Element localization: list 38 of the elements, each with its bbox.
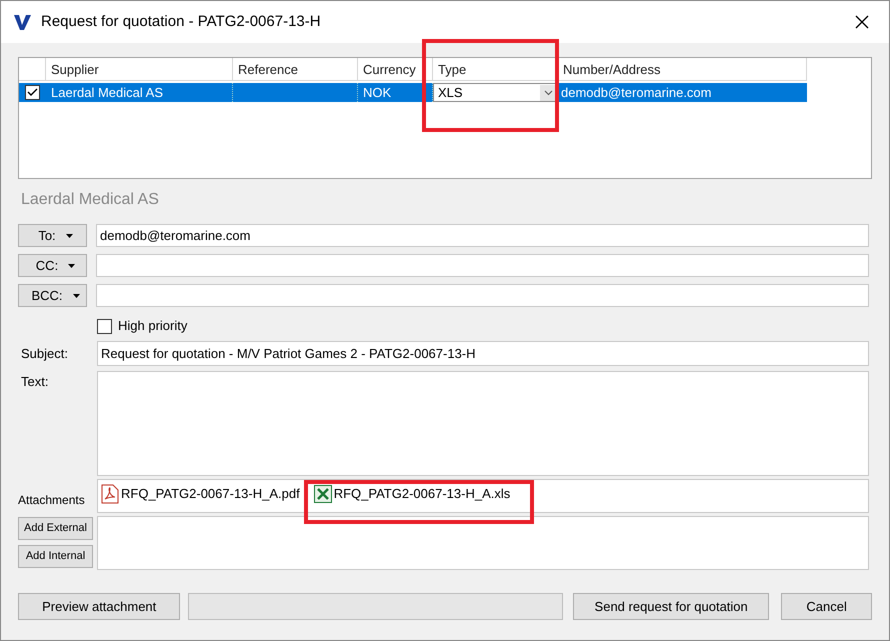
checkbox[interactable] [97,318,112,334]
recipient-field[interactable]: demodb@teromarine.com [96,224,869,247]
add-attachment-button[interactable]: Add Internal [18,545,93,568]
recipient-dropdown-button[interactable]: BCC: [18,284,87,307]
table-cell-text: demodb@teromarine.com [560,84,712,102]
subject-label: Subject: [20,344,69,363]
recipient-field[interactable] [96,254,869,277]
attachment-item[interactable]: RFQ_PATG2-0067-13-H_A.pdf [101,483,300,505]
subject-field[interactable]: Request for quotation - M/V Patriot Games 2 - PATG2-0067-13-H [97,341,869,366]
spreadsheet-file-icon [314,485,332,503]
close-icon [855,15,869,29]
send-request-button[interactable]: Send request for quotation [573,593,770,620]
app-logo-icon [13,13,33,31]
recipient-field[interactable] [96,284,869,307]
attachments-label: Attachments [18,492,86,509]
window-title: Request for quotation - PATG2-0067-13-H [41,12,322,32]
caret-icon [68,264,76,268]
text-label: Text: [20,373,50,391]
checkbox[interactable] [25,85,40,100]
check-icon [27,88,38,97]
caret-icon [72,294,80,298]
column-header[interactable]: Number/Address [558,58,807,81]
add-attachment-button[interactable]: Add External [18,517,93,540]
attachment-item[interactable]: RFQ_PATG2-0067-13-H_A.xls [314,483,510,505]
type-dropdown[interactable]: XLS [433,83,558,102]
column-header[interactable]: Supplier [46,58,233,81]
preview-attachment-button[interactable]: Preview attachment [18,593,180,620]
column-header[interactable]: Reference [233,58,358,81]
caret-icon [66,234,73,238]
checkbox-label: High priority [118,317,188,336]
cancel-button[interactable]: Cancel [781,593,872,620]
recipient-dropdown-button[interactable]: To: [18,224,87,247]
recipient-dropdown-button[interactable]: CC: [18,254,87,277]
supplier-heading: Laerdal Medical AS [20,190,160,210]
grid-row[interactable]: Laerdal Medical AS NOK XLS demodb@teromarine.com [19,83,807,102]
pdf-file-icon [101,484,119,504]
column-header[interactable]: Currency [358,58,433,81]
table-cell: Laerdal Medical AS [46,83,233,102]
